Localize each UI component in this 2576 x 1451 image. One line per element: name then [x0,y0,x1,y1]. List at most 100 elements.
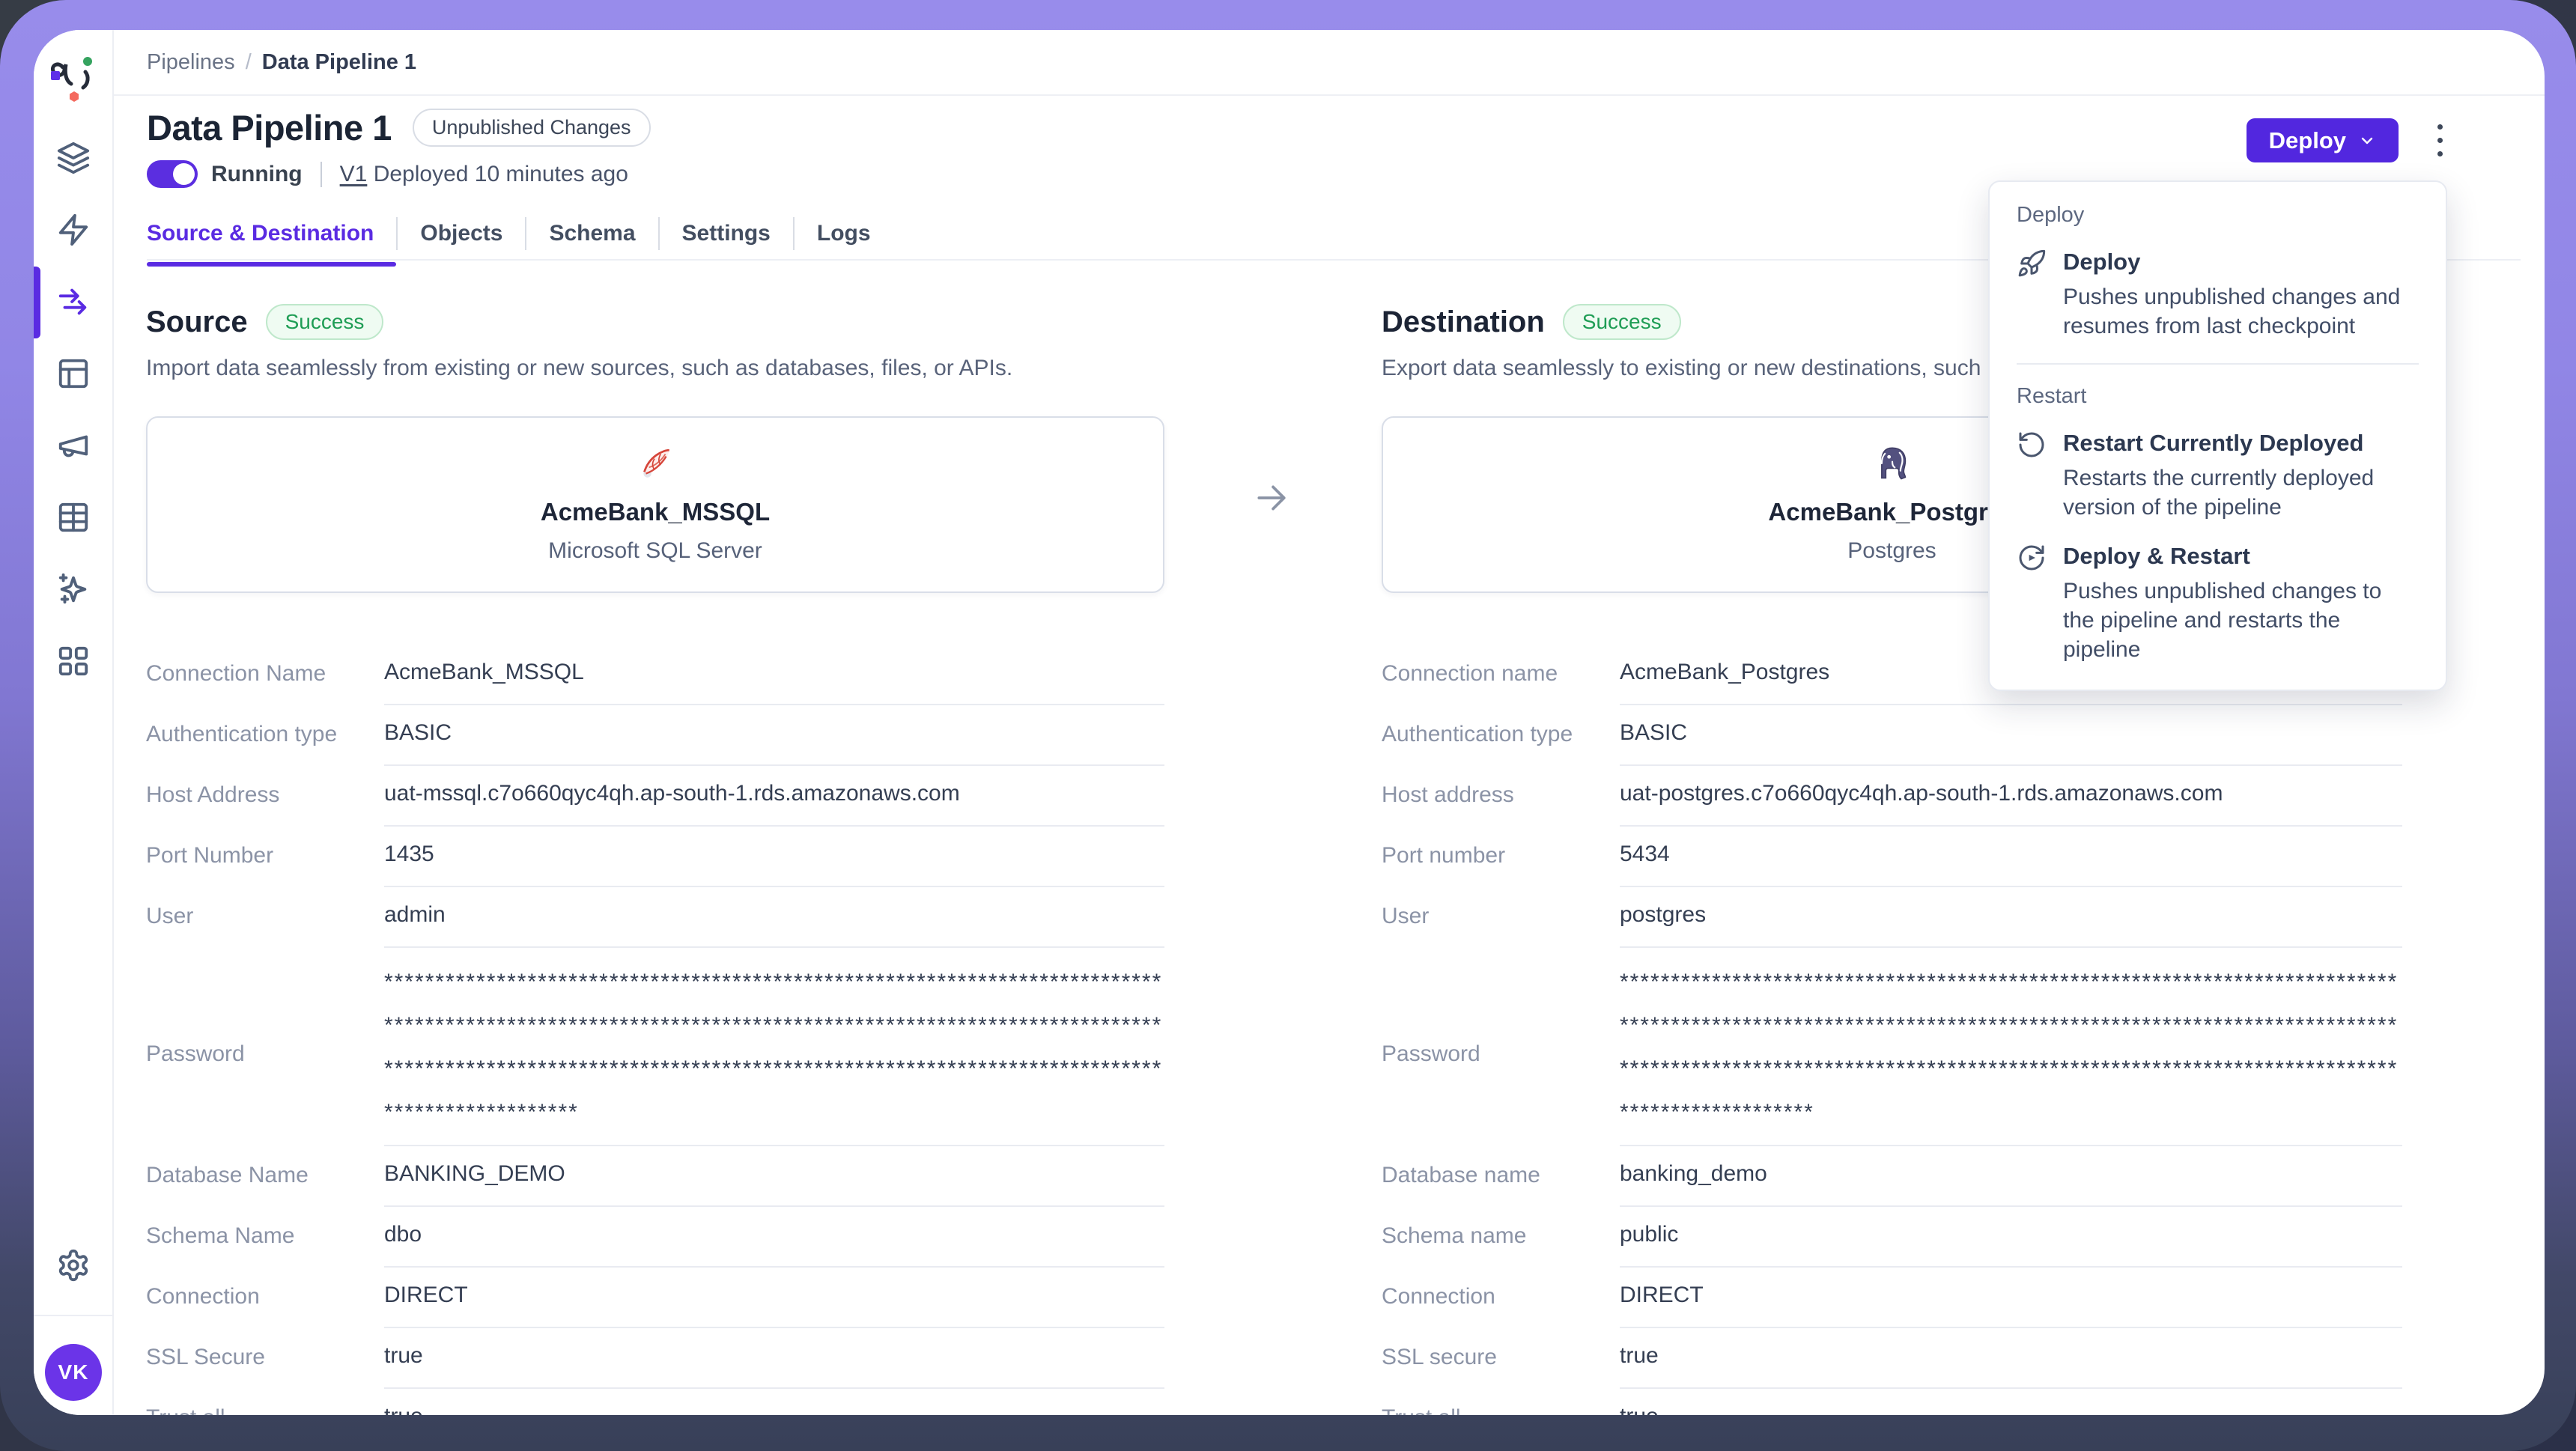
field-label: User [1382,900,1620,931]
field-value[interactable]: admin [384,900,1164,948]
app-logo[interactable] [34,46,112,103]
field-value[interactable]: BANKING_DEMO [384,1159,1164,1207]
field-value[interactable]: true [384,1402,1164,1415]
field-value[interactable]: DIRECT [384,1280,1164,1328]
menu-item-deploy[interactable]: Deploy Pushes unpublished changes and re… [2017,247,2419,341]
postgres-icon [1874,445,1910,483]
tab-objects[interactable]: Objects [396,217,525,250]
sidebar-item-announcements[interactable] [56,428,91,463]
field-label: Password [1382,1038,1620,1069]
field-value[interactable]: postgres [1620,900,2402,948]
sidebar-item-workspace[interactable] [56,356,91,391]
menu-item-title: Deploy [2063,247,2419,277]
field-label: Schema Name [146,1220,384,1251]
field-row: Authentication typeBASIC [1382,718,2402,766]
sidebar-item-events[interactable] [56,213,91,247]
field-value-password[interactable]: ****************************************… [1620,961,2402,1146]
field-value[interactable]: dbo [384,1220,1164,1268]
source-description: Import data seamlessly from existing or … [146,353,1164,383]
sidebar-nav [34,141,112,678]
field-label: Schema name [1382,1220,1620,1251]
settings-button[interactable] [34,1248,112,1283]
tab-schema[interactable]: Schema [525,217,657,250]
sidebar-item-apps[interactable] [56,644,91,678]
menu-item-deploy-and-restart[interactable]: Deploy & Restart Pushes unpublished chan… [2017,541,2419,664]
menu-item-restart-currently-deployed[interactable]: Restart Currently Deployed Restarts the … [2017,428,2419,522]
field-label: Connection [1382,1280,1620,1312]
field-row: Connection NameAcmeBank_MSSQL [146,657,1164,705]
field-label: Port number [1382,839,1620,871]
sidebar-item-layers[interactable] [56,141,91,175]
field-value[interactable]: uat-postgres.c7o660qyc4qh.ap-south-1.rds… [1620,779,2402,827]
logo-pixel-square [51,71,60,80]
destination-heading: Destination [1382,305,1545,339]
menu-item-description: Pushes unpublished changes and resumes f… [2063,282,2419,341]
field-label: SSL secure [1382,1341,1620,1372]
destination-connection-type: Postgres [1847,538,1936,564]
running-toggle[interactable] [147,160,198,188]
field-value[interactable]: true [1620,1402,2402,1415]
deployed-version-text: V1 Deployed 10 minutes ago [340,162,628,187]
layers-icon [56,141,91,175]
field-row: Trust alltrue [1382,1402,2402,1415]
field-label: Host address [1382,779,1620,810]
sidebar-item-pipelines[interactable] [56,285,91,319]
field-value[interactable]: BASIC [1620,718,2402,766]
tab-settings[interactable]: Settings [658,217,793,250]
arrow-right-icon [1253,479,1290,517]
field-value[interactable]: 5434 [1620,839,2402,887]
page-title: Data Pipeline 1 [147,107,392,148]
source-status-badge: Success [266,304,384,340]
page-header: Data Pipeline 1 Unpublished Changes Runn… [147,107,651,188]
field-row-password: Password********************************… [1382,961,2402,1146]
field-row: Database NameBANKING_DEMO [146,1159,1164,1207]
field-value[interactable]: public [1620,1220,2402,1268]
menu-item-title: Restart Currently Deployed [2063,428,2419,458]
version-link[interactable]: V1 [340,162,368,186]
field-value[interactable]: uat-mssql.c7o660qyc4qh.ap-south-1.rds.am… [384,779,1164,827]
destination-status-badge: Success [1563,304,1681,340]
field-row-password: Password********************************… [146,961,1164,1146]
app-window: VK Pipelines / Data Pipeline 1 Data Pipe… [34,30,2545,1415]
pipelines-arrows-icon [56,285,91,319]
sidebar-item-tables[interactable] [56,500,91,535]
field-row: ConnectionDIRECT [146,1280,1164,1328]
field-row: Authentication typeBASIC [146,718,1164,766]
more-options-button[interactable] [2431,118,2449,162]
tab-logs[interactable]: Logs [793,217,893,250]
avatar[interactable]: VK [45,1344,102,1401]
field-value[interactable]: banking_demo [1620,1159,2402,1207]
deploy-button[interactable]: Deploy [2247,118,2399,162]
field-row: Database namebanking_demo [1382,1159,2402,1207]
field-value[interactable]: BASIC [384,718,1164,766]
source-fields: Connection NameAcmeBank_MSSQL Authentica… [146,657,1164,1415]
field-label: Connection name [1382,657,1620,689]
source-connection-type: Microsoft SQL Server [548,538,762,564]
menu-section-deploy: Deploy [2017,203,2419,228]
logo-red-hexagon [70,91,79,102]
field-row: SSL Securetrue [146,1341,1164,1389]
field-value-password[interactable]: ****************************************… [384,961,1164,1146]
gear-icon [56,1248,91,1283]
menu-divider [2017,363,2419,365]
field-label: Trust all [146,1402,384,1415]
field-value[interactable]: 1435 [384,839,1164,887]
field-label: Database name [1382,1159,1620,1190]
toggle-knob [173,163,195,185]
field-value[interactable]: AcmeBank_MSSQL [384,657,1164,705]
panels-icon [56,356,91,391]
breadcrumb-current: Data Pipeline 1 [262,50,416,75]
source-to-destination-arrow [1253,479,1290,520]
source-heading: Source [146,305,248,339]
field-value[interactable]: true [1620,1341,2402,1389]
field-label: Password [146,1038,384,1069]
field-value[interactable]: true [384,1341,1164,1389]
sidebar-item-ai[interactable] [56,572,91,606]
field-value[interactable]: DIRECT [1620,1280,2402,1328]
tab-source-destination[interactable]: Source & Destination [147,217,396,250]
zap-icon [56,213,91,247]
breadcrumb-parent[interactable]: Pipelines [147,50,235,75]
destination-fields: Connection nameAcmeBank_Postgres Authent… [1382,657,2402,1415]
source-connection-card[interactable]: AcmeBank_MSSQL Microsoft SQL Server [146,416,1164,593]
menu-item-title: Deploy & Restart [2063,541,2419,571]
